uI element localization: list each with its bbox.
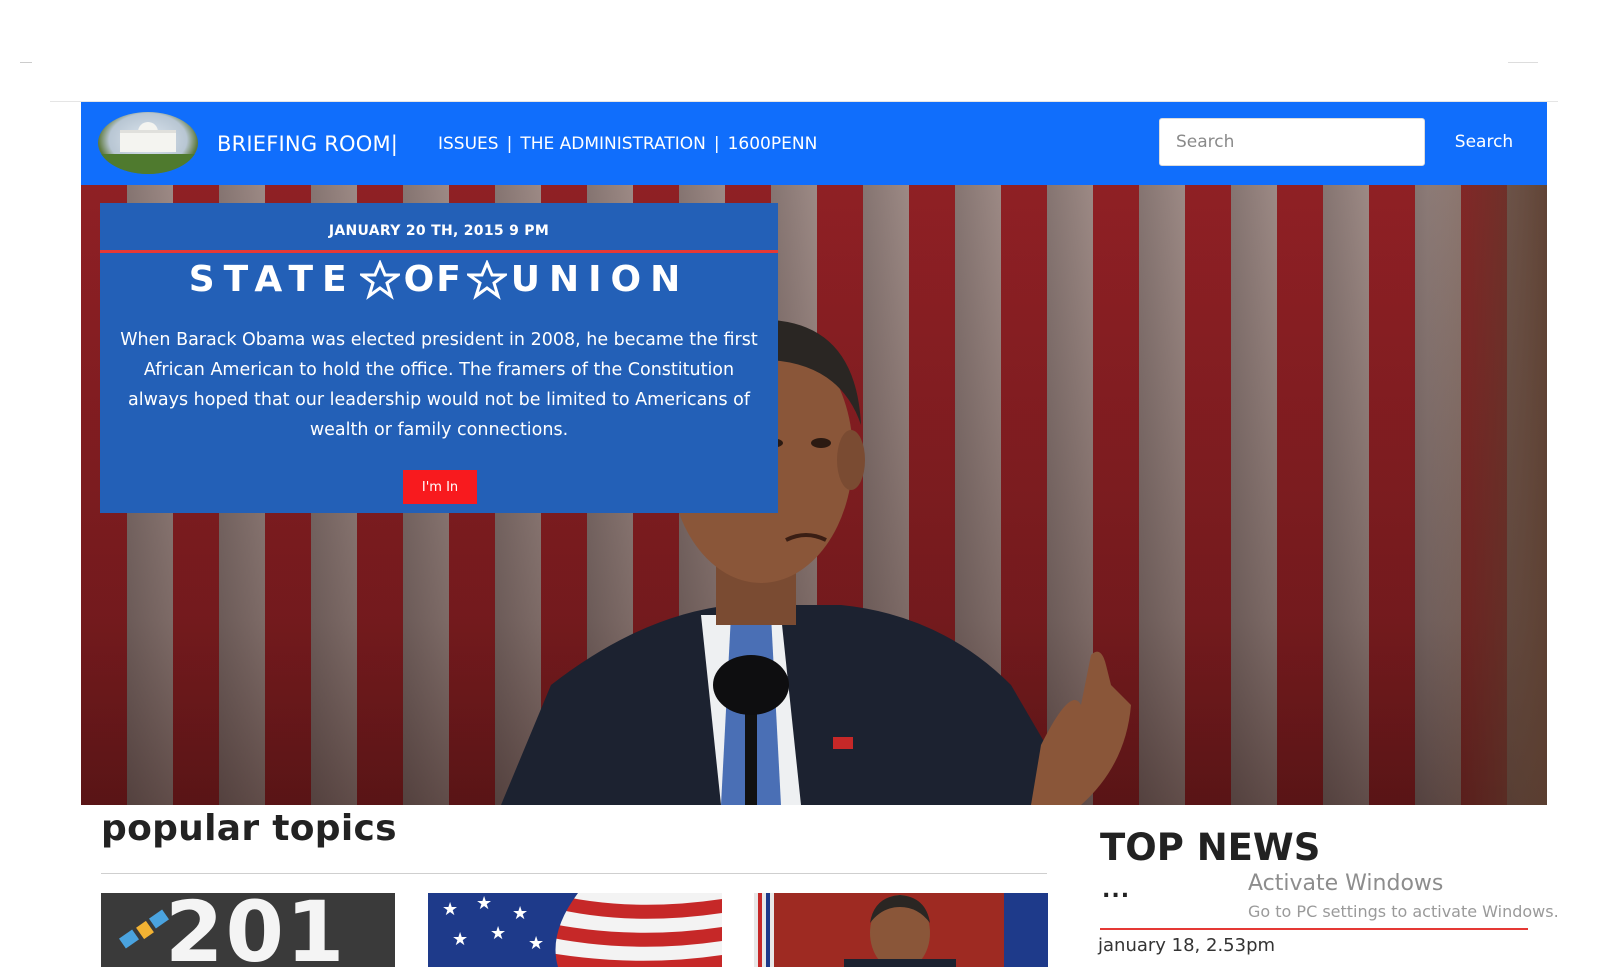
us-flag-image: ★ ★ ★ ★ ★ ★ [428,893,722,967]
title-word-state: STATE [188,259,356,300]
star-icon [466,259,507,300]
top-news-heading: TOP NEWS [1100,826,1321,869]
logo-lawn [98,154,198,174]
page: BRIEFING ROOM| ISSUES | THE ADMINISTRATI… [0,0,1604,980]
state-of-union-card: JANUARY 20 TH, 2015 9 PM STATE OF UNION … [100,203,778,513]
star-icon [359,259,400,300]
satellite-icon [119,909,169,949]
nav-link-administration[interactable]: THE ADMINISTRATION [520,134,706,154]
title-word-of: OF [403,259,463,300]
nav-brand-link[interactable]: BRIEFING ROOM| [217,132,398,156]
divider [1508,62,1538,63]
divider [101,873,1047,874]
card-divider [100,250,778,253]
event-date: JANUARY 20 TH, 2015 9 PM [328,223,550,239]
activate-windows-subtitle: Go to PC settings to activate Windows. [1248,902,1559,921]
search-button[interactable]: Search [1435,118,1533,166]
svg-text:★: ★ [490,923,506,944]
svg-text:★: ★ [452,929,468,950]
topic-thumbnail-2014[interactable]: 201 [101,893,395,967]
svg-text:★: ★ [512,903,528,924]
title-word-union: UNION [510,259,690,300]
topic-thumbnail-text: 201 [165,893,347,967]
white-house-logo[interactable] [98,112,198,174]
divider [1100,928,1528,930]
nav-separator: | [506,134,513,154]
svg-text:★: ★ [442,899,458,920]
svg-text:★: ★ [528,933,544,954]
nav-link-1600penn[interactable]: 1600PENN [728,134,818,154]
search-input[interactable] [1159,118,1425,166]
divider [20,62,32,63]
portrait-image [754,893,1048,967]
nav-link-issues[interactable]: ISSUES [438,134,499,154]
more-dots-icon[interactable]: ... [1102,878,1130,903]
im-in-button[interactable]: I'm In [403,470,477,504]
hero-description: When Barack Obama was elected president … [120,330,758,440]
nav-links: ISSUES | THE ADMINISTRATION | 1600PENN [438,134,817,154]
svg-text:★: ★ [476,893,492,914]
navbar: BRIEFING ROOM| ISSUES | THE ADMINISTRATI… [81,102,1547,185]
topic-thumbnail-portrait[interactable] [754,893,1048,967]
popular-topics-heading: popular topics [101,808,397,849]
activate-windows-watermark: Activate Windows [1248,871,1444,896]
nav-separator: | [713,134,720,154]
news-date: january 18, 2.53pm [1098,935,1276,956]
logo-building [120,130,176,152]
hero-banner: JANUARY 20 TH, 2015 9 PM STATE OF UNION … [81,185,1547,805]
hero-title: STATE OF UNION [100,259,778,300]
topic-thumbnail-flag[interactable]: ★ ★ ★ ★ ★ ★ [428,893,722,967]
